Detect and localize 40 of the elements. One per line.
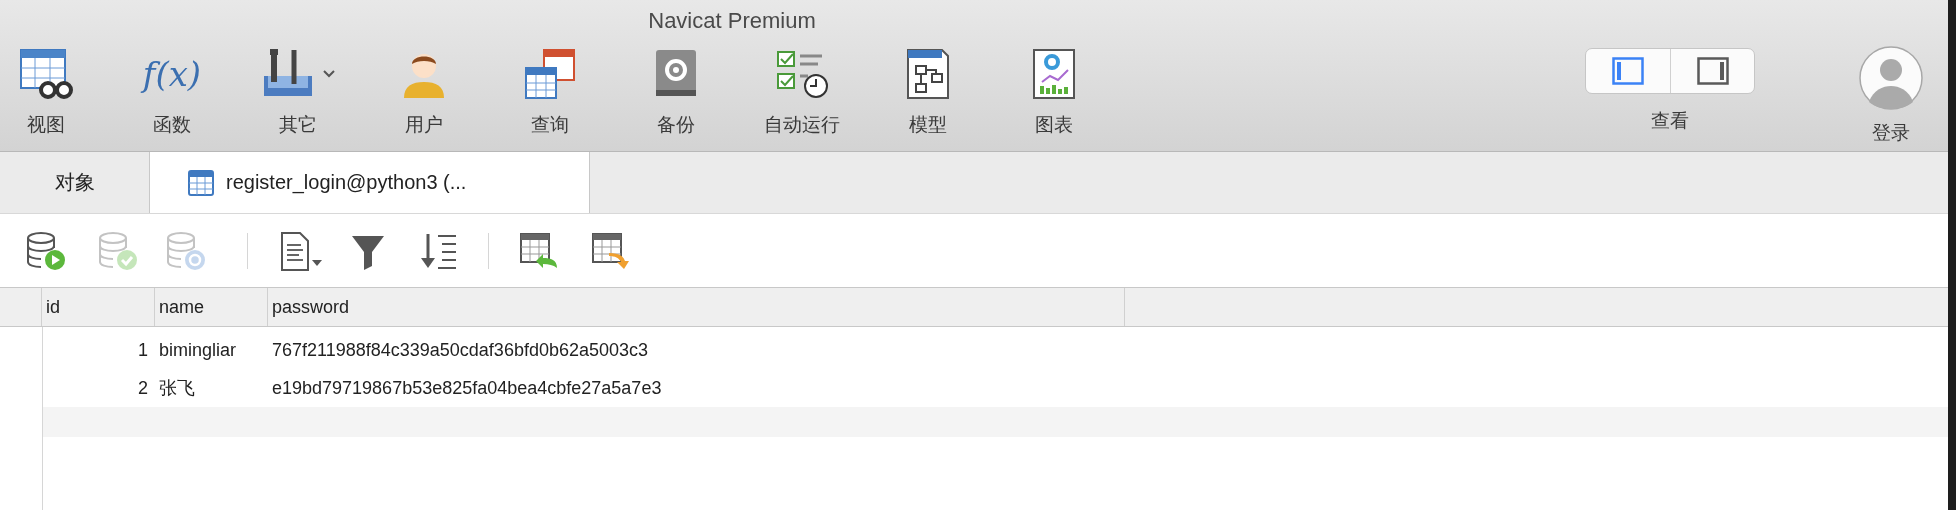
toolbar-button[interactable]: 视图 (0, 46, 92, 138)
table-cell-text: 767f211988f84c339a50cdaf36bfd0b62a5003c3 (271, 339, 650, 361)
tab[interactable]: register_login@python3 (... (150, 152, 590, 213)
toolbar-button[interactable]: 模型 (882, 46, 974, 138)
table-cell-text: 1 (137, 339, 149, 361)
function-icon: f(x) (142, 46, 202, 102)
toolbar-button[interactable]: 用户 (378, 46, 470, 138)
toolbar-button[interactable]: f(x) 函数 (126, 46, 218, 138)
toolbar-label: 函数 (153, 113, 191, 137)
toolbar-label: 自动运行 (764, 113, 840, 137)
login-label: 登录 (1872, 121, 1910, 145)
toolbar-button[interactable] (25, 229, 67, 272)
table-cell-text: bimingliar (158, 339, 238, 361)
window-title: Navicat Premium (648, 8, 816, 34)
column-header[interactable]: name (155, 288, 268, 326)
left-sidebar-icon (1612, 57, 1644, 85)
database-check-icon (97, 229, 139, 272)
toolbar-label: 查询 (531, 113, 569, 137)
toolbar-button[interactable]: 查询 (504, 46, 596, 138)
tables-icon (522, 46, 578, 102)
table-cell-text: 2 (137, 377, 149, 399)
view-label: 查看 (1651, 109, 1689, 133)
toolbar-button[interactable]: 图表 (1008, 46, 1100, 138)
toolbar-label: 图表 (1035, 113, 1073, 137)
toolbar-label: 用户 (405, 113, 443, 137)
column-header[interactable]: password (268, 288, 1125, 326)
toolbar-label: 其它 (279, 113, 317, 137)
table-glasses-icon (18, 46, 74, 102)
table-cell-text: 张飞 (158, 377, 196, 400)
table-cell-text: e19bd79719867b53e825fa04bea4cbfe27a5a7e3 (271, 377, 663, 399)
toolbar-button[interactable]: 自动运行 (756, 46, 848, 138)
toolbar-label: 备份 (657, 113, 695, 137)
toolbar-button[interactable]: 其它 (252, 46, 344, 138)
database-run-icon (25, 229, 67, 272)
toolbar-label: 模型 (909, 113, 947, 137)
toolbar-button[interactable]: 备份 (630, 46, 722, 138)
database-refresh-icon (165, 229, 207, 272)
column-header[interactable]: id (42, 288, 155, 326)
toolbar-label: 视图 (27, 113, 65, 137)
right-sidebar-icon (1696, 57, 1729, 85)
